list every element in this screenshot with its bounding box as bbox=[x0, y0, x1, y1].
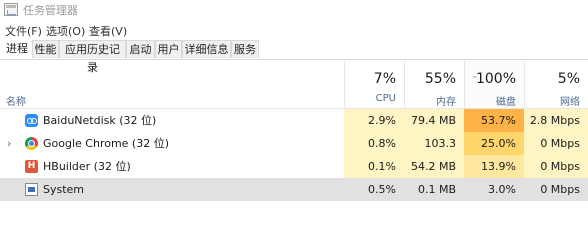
baidu-netdisk-icon bbox=[25, 114, 38, 127]
tab-services[interactable]: 服务 bbox=[231, 40, 259, 58]
cpu-label: CPU bbox=[375, 93, 396, 104]
expand-chevron-icon[interactable]: › bbox=[7, 132, 11, 155]
cpu-cell: 0.8% bbox=[344, 132, 404, 155]
memory-column-header[interactable]: 55% 内存 bbox=[404, 60, 464, 108]
cpu-total: 7% bbox=[373, 71, 396, 87]
menu-options[interactable]: 选项(O) bbox=[46, 23, 85, 39]
task-manager-icon bbox=[4, 3, 18, 16]
network-cell: 0 Mbps bbox=[524, 178, 588, 201]
column-header: 7% CPU 55% 内存 ⌄ 100% 磁盘 5% 网络 bbox=[0, 60, 588, 109]
system-icon bbox=[25, 183, 38, 196]
menu-view[interactable]: 查看(V) bbox=[89, 23, 127, 39]
tab-startup[interactable]: 启动 bbox=[126, 40, 155, 58]
cpu-cell: 0.1% bbox=[344, 155, 404, 178]
process-row-baidunetdisk[interactable]: BaiduNetdisk (32 位) 2.9% 79.4 MB 53.7% 2… bbox=[0, 109, 588, 132]
process-name: Google Chrome (32 位) bbox=[43, 137, 170, 150]
network-cell: 0 Mbps bbox=[524, 155, 588, 178]
process-name: System bbox=[43, 183, 85, 196]
hbuilder-icon: H bbox=[25, 160, 38, 173]
memory-total: 55% bbox=[424, 71, 456, 87]
disk-cell: 13.9% bbox=[464, 155, 524, 178]
tab-bar: 进程 性能 应用历史记录 启动 用户 详细信息 服务 bbox=[0, 40, 588, 74]
name-label: 名称 bbox=[6, 97, 26, 108]
disk-column-header[interactable]: ⌄ 100% 磁盘 bbox=[464, 60, 524, 108]
name-column-header[interactable] bbox=[0, 60, 344, 108]
title-bar: 任务管理器 bbox=[0, 0, 588, 20]
process-name: HBuilder (32 位) bbox=[43, 160, 131, 173]
network-cell: 2.8 Mbps bbox=[524, 109, 588, 132]
network-column-header[interactable]: 5% 网络 bbox=[524, 60, 588, 108]
memory-cell: 54.2 MB bbox=[404, 155, 464, 178]
memory-label: 内存 bbox=[436, 97, 456, 108]
network-label: 网络 bbox=[560, 97, 580, 108]
process-row-hbuilder[interactable]: H HBuilder (32 位) 0.1% 54.2 MB 13.9% 0 M… bbox=[0, 155, 588, 178]
process-row-chrome[interactable]: › Google Chrome (32 位) 0.8% 103.3 MB 25.… bbox=[0, 132, 588, 173]
tab-performance[interactable]: 性能 bbox=[32, 40, 59, 58]
process-name: BaiduNetdisk (32 位) bbox=[43, 114, 157, 127]
tab-details[interactable]: 详细信息 bbox=[182, 40, 231, 58]
memory-cell: 0.1 MB bbox=[404, 178, 464, 201]
chrome-icon bbox=[25, 137, 38, 150]
cpu-cell: 2.9% bbox=[344, 109, 404, 132]
tab-users[interactable]: 用户 bbox=[155, 40, 182, 58]
memory-cell: 79.4 MB bbox=[404, 109, 464, 132]
tab-processes[interactable]: 进程 bbox=[2, 40, 32, 58]
disk-cell: 53.7% bbox=[464, 109, 524, 132]
disk-cell: 25.0% bbox=[464, 132, 524, 155]
disk-label: 磁盘 bbox=[496, 97, 516, 108]
disk-total: 100% bbox=[475, 71, 516, 87]
disk-cell: 3.0% bbox=[464, 178, 524, 201]
window-title: 任务管理器 bbox=[23, 4, 78, 17]
cpu-column-header[interactable]: 7% CPU bbox=[344, 60, 404, 108]
menu-file[interactable]: 文件(F) bbox=[5, 23, 42, 39]
menu-bar: 文件(F) 选项(O) 查看(V) bbox=[0, 21, 588, 39]
memory-cell: 103.3 MB bbox=[404, 132, 464, 173]
network-cell: 0 Mbps bbox=[524, 132, 588, 155]
process-row-system[interactable]: System 0.5% 0.1 MB 3.0% 0 Mbps bbox=[0, 178, 588, 201]
cpu-cell: 0.5% bbox=[344, 178, 404, 201]
network-total: 5% bbox=[557, 71, 580, 87]
tab-app-history[interactable]: 应用历史记录 bbox=[59, 40, 126, 74]
